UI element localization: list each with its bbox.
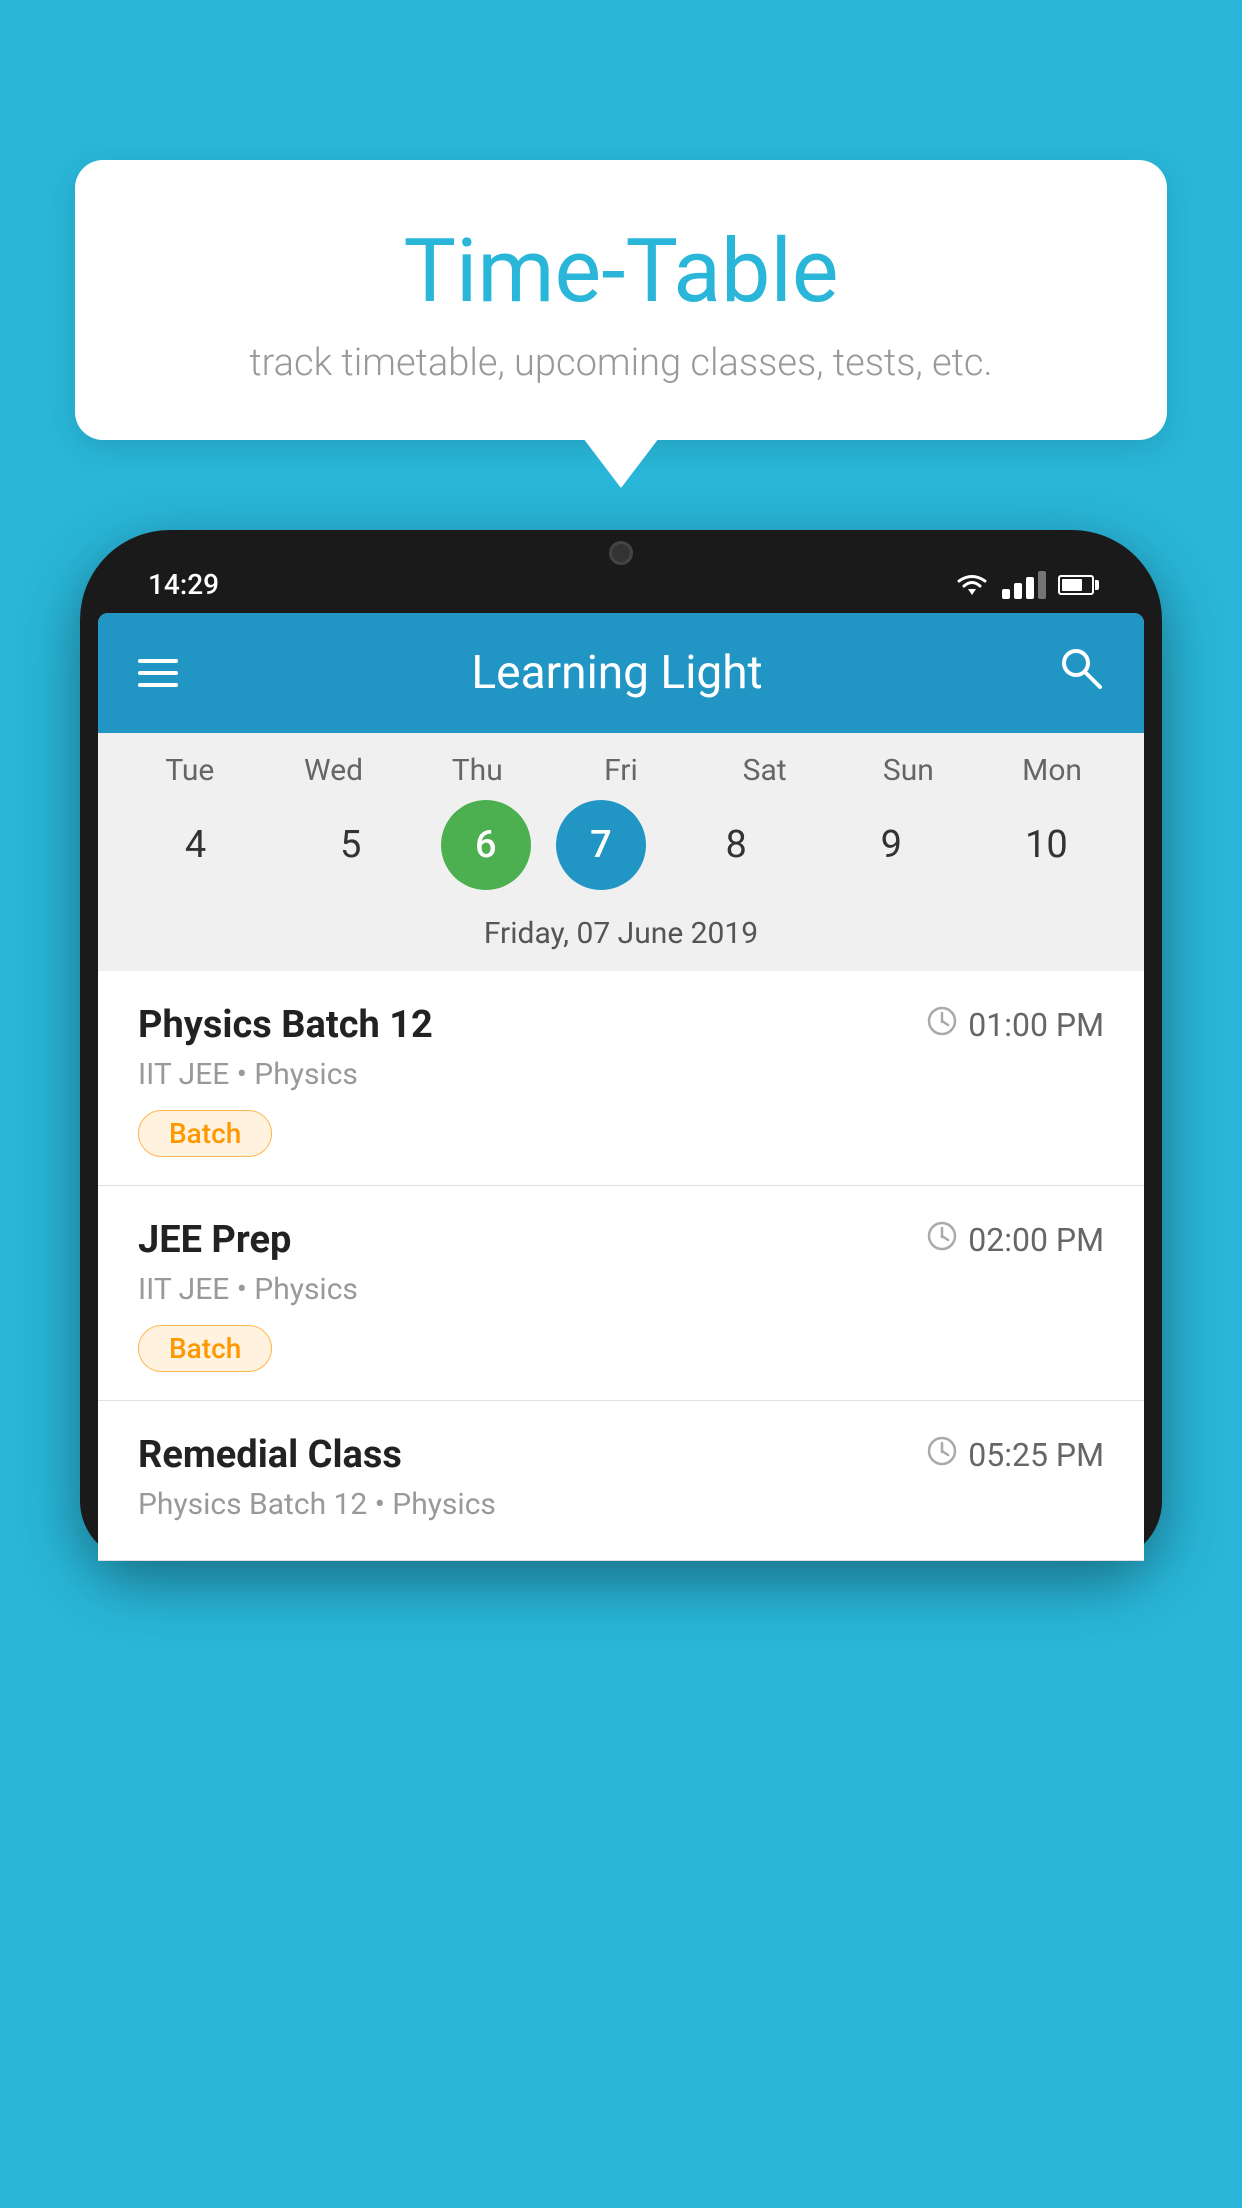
clock-icon [926, 1435, 958, 1475]
clock-icon [926, 1220, 958, 1260]
schedule-item-title: Physics Batch 12 [138, 1003, 433, 1047]
day-header-thu: Thu [412, 753, 542, 788]
schedule-item-subtitle: IIT JEE • Physics [138, 1057, 1104, 1092]
schedule-item-physics-batch[interactable]: Physics Batch 12 01:00 PM [98, 971, 1144, 1186]
card-subtitle: track timetable, upcoming classes, tests… [135, 341, 1107, 385]
hamburger-line [138, 671, 178, 675]
battery-icon [1058, 575, 1094, 595]
day-header-sun: Sun [843, 753, 973, 788]
schedule-item-subtitle: Physics Batch 12 • Physics [138, 1487, 1104, 1522]
batch-tag: Batch [138, 1325, 272, 1372]
phone-outer-frame: 14:29 [80, 530, 1162, 1561]
calendar-strip: Tue Wed Thu Fri Sat Sun Mon 4 5 6 7 8 9 … [98, 733, 1144, 971]
speech-bubble-section: Time-Table track timetable, upcoming cla… [75, 160, 1167, 488]
app-bar: Learning Light [98, 613, 1144, 733]
day-header-sat: Sat [700, 753, 830, 788]
schedule-item-header: Remedial Class 05:25 PM [138, 1433, 1104, 1477]
day-6-today[interactable]: 6 [441, 800, 531, 890]
schedule-item-title: Remedial Class [138, 1433, 402, 1477]
day-10[interactable]: 10 [981, 800, 1111, 890]
day-7-selected[interactable]: 7 [556, 800, 646, 890]
day-8[interactable]: 8 [671, 800, 801, 890]
phone-mockup: 14:29 [80, 530, 1162, 2208]
card-title: Time-Table [135, 220, 1107, 323]
day-header-wed: Wed [269, 753, 399, 788]
selected-date-label: Friday, 07 June 2019 [98, 908, 1144, 971]
wifi-icon [954, 571, 990, 599]
schedule-item-remedial[interactable]: Remedial Class 05:25 PM [98, 1401, 1144, 1561]
day-header-fri: Fri [556, 753, 686, 788]
app-screen: Learning Light Tue Wed Thu Fri Sat Sun [98, 613, 1144, 1561]
speech-bubble-card: Time-Table track timetable, upcoming cla… [75, 160, 1167, 440]
speech-bubble-arrow [583, 438, 659, 488]
schedule-item-header: JEE Prep 02:00 PM [138, 1218, 1104, 1262]
hamburger-line [138, 659, 178, 663]
schedule-item-time: 05:25 PM [926, 1435, 1104, 1475]
search-icon[interactable] [1056, 643, 1104, 703]
schedule-list: Physics Batch 12 01:00 PM [98, 971, 1144, 1561]
phone-notch [561, 530, 681, 575]
hamburger-line [138, 683, 178, 687]
hamburger-menu-icon[interactable] [138, 659, 178, 687]
day-numbers: 4 5 6 7 8 9 10 [98, 800, 1144, 908]
schedule-item-time: 01:00 PM [926, 1005, 1104, 1045]
batch-tag: Batch [138, 1110, 272, 1157]
schedule-item-time: 02:00 PM [926, 1220, 1104, 1260]
schedule-item-subtitle: IIT JEE • Physics [138, 1272, 1104, 1307]
schedule-item-jee-prep[interactable]: JEE Prep 02:00 PM [98, 1186, 1144, 1401]
day-9[interactable]: 9 [826, 800, 956, 890]
day-header-mon: Mon [987, 753, 1117, 788]
app-title: Learning Light [471, 646, 762, 700]
status-bar: 14:29 [98, 548, 1144, 601]
signal-icon [1002, 571, 1046, 599]
schedule-item-title: JEE Prep [138, 1218, 291, 1262]
camera [609, 541, 633, 565]
day-4[interactable]: 4 [131, 800, 261, 890]
status-icons [954, 571, 1094, 599]
status-time: 14:29 [148, 568, 219, 601]
day-header-tue: Tue [125, 753, 255, 788]
schedule-item-header: Physics Batch 12 01:00 PM [138, 1003, 1104, 1047]
clock-icon [926, 1005, 958, 1045]
day-headers: Tue Wed Thu Fri Sat Sun Mon [98, 753, 1144, 800]
day-5[interactable]: 5 [286, 800, 416, 890]
